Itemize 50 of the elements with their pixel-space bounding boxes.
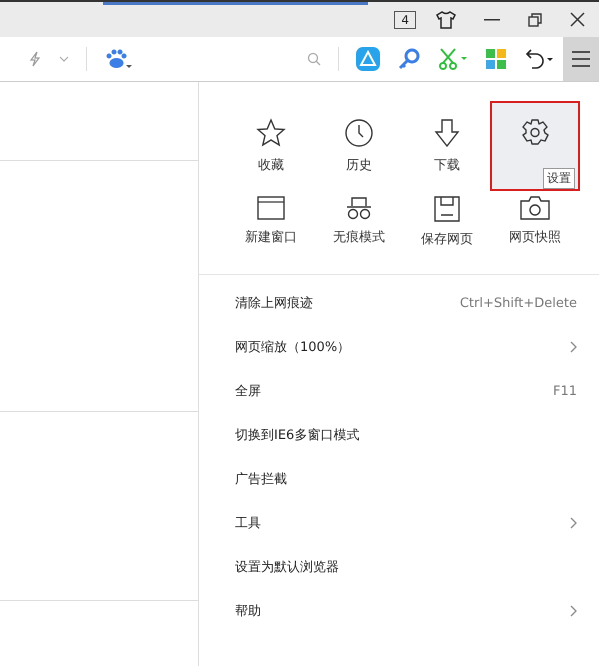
star-icon [256,118,286,148]
clock-icon [344,118,374,148]
menu-item[interactable]: 帮助 [199,589,599,633]
menu-item[interactable]: 网页缩放（100%） [199,325,599,369]
menu-item-label: 设置为默认浏览器 [235,559,340,576]
menu-icon [572,51,590,67]
shortcut-text: Ctrl+Shift+Delete [460,296,577,310]
menu-item[interactable]: 清除上网痕迹 Ctrl+Shift+Delete [199,281,599,325]
menu-item-label: 网页缩放（100%） [235,339,352,356]
paw-icon[interactable] [104,49,132,69]
down-arrow-icon [434,118,460,148]
menu-tile[interactable]: 收藏 [227,102,315,190]
save-icon [434,196,460,222]
menu-tile[interactable]: 下载 [403,102,491,190]
apps-icon[interactable] [486,49,506,69]
menu-item-label: 全屏 [235,383,262,400]
menu-tile[interactable]: 无痕模式 [315,190,403,270]
search-icon[interactable] [307,52,321,66]
menu-tile[interactable]: 设置 [491,102,579,190]
scissors-icon[interactable] [438,48,468,70]
restore-icon[interactable] [528,12,542,26]
tooltip: 设置 [543,168,575,189]
glasses-icon [345,196,373,220]
menu-item-label: 切换到IE6多窗口模式 [235,427,360,444]
triangle-app-icon[interactable] [356,47,380,71]
camera-icon [520,196,550,220]
tab-count[interactable]: 4 [394,10,416,28]
key-icon[interactable] [398,48,420,70]
menu-item-label: 工具 [235,515,262,532]
menu-item-label: 清除上网痕迹 [235,295,314,312]
menu-item-label: 广告拦截 [235,471,288,488]
menu-item-label: 帮助 [235,603,262,620]
minimize-icon[interactable] [484,18,500,20]
undo-icon[interactable] [524,48,554,70]
menu-tile[interactable]: 历史 [315,102,403,190]
shirt-icon[interactable] [436,10,456,28]
menu-item[interactable]: 切换到IE6多窗口模式 [199,413,599,457]
shortcut-text: F11 [552,384,577,398]
window-icon [257,196,285,220]
menu-item[interactable]: 设置为默认浏览器 [199,545,599,589]
menu-item[interactable]: 广告拦截 [199,457,599,501]
menu-item[interactable]: 全屏 F11 [199,369,599,413]
lightning-icon[interactable] [29,51,41,67]
menu-tile[interactable]: 新建窗口 [227,190,315,270]
close-icon[interactable] [570,12,585,27]
menu-button[interactable] [563,37,599,81]
chevron-down-icon[interactable] [59,56,69,62]
menu-tile[interactable]: 网页快照 [491,190,579,270]
menu-item[interactable]: 工具 [199,501,599,545]
menu-tile[interactable]: 保存网页 [403,190,491,270]
